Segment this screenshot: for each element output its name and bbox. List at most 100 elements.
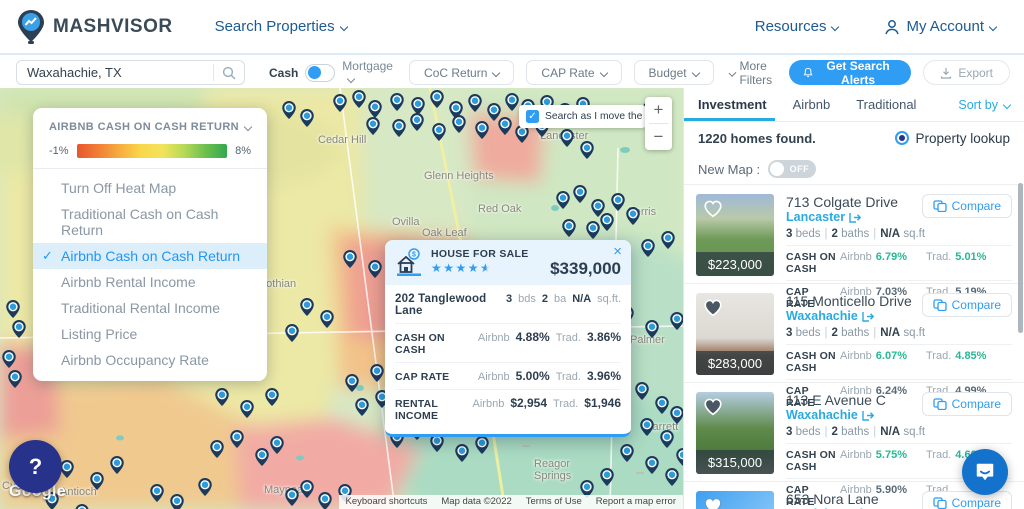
map-pin[interactable] bbox=[2, 350, 16, 368]
favorite-heart-icon[interactable] bbox=[703, 398, 723, 416]
map-pin[interactable] bbox=[586, 221, 600, 239]
terms-of-use-link[interactable]: Terms of Use bbox=[519, 495, 589, 509]
map-pin[interactable] bbox=[352, 90, 366, 108]
map-pin[interactable] bbox=[318, 492, 332, 509]
map-pin[interactable] bbox=[641, 239, 655, 257]
map-pin[interactable] bbox=[655, 396, 669, 414]
map-pin[interactable] bbox=[215, 388, 229, 406]
map-pin[interactable] bbox=[640, 418, 654, 436]
map-pin[interactable] bbox=[661, 231, 675, 249]
map-pin[interactable] bbox=[560, 129, 574, 147]
map-pin[interactable] bbox=[390, 93, 404, 111]
map-pin[interactable] bbox=[240, 400, 254, 418]
nav-resources[interactable]: Resources bbox=[755, 18, 839, 35]
map-pin[interactable] bbox=[432, 123, 446, 141]
map-pin[interactable] bbox=[230, 430, 244, 448]
mashvisor-logo[interactable]: MASHVISOR bbox=[16, 9, 173, 45]
location-search-input[interactable] bbox=[17, 65, 213, 80]
map-pin[interactable] bbox=[676, 448, 683, 466]
radio-selected-icon[interactable] bbox=[895, 131, 909, 145]
map-pin[interactable] bbox=[210, 440, 224, 458]
map-pin[interactable] bbox=[343, 250, 357, 268]
map-pin[interactable] bbox=[300, 298, 314, 316]
heatmap-option-airbnb-rental-income[interactable]: Airbnb Rental Income bbox=[33, 269, 267, 295]
map-pin[interactable] bbox=[410, 113, 424, 131]
favorite-heart-icon[interactable] bbox=[703, 497, 723, 509]
close-icon[interactable]: × bbox=[613, 244, 622, 259]
map-pin[interactable] bbox=[265, 388, 279, 406]
map-pin[interactable] bbox=[620, 444, 634, 462]
map-pin[interactable] bbox=[150, 484, 164, 502]
map-pin[interactable] bbox=[475, 436, 489, 454]
map-pin[interactable] bbox=[333, 94, 347, 112]
property-card[interactable]: $283,000 115 Monticello Drive Waxahachie… bbox=[684, 283, 1024, 382]
map-pin[interactable] bbox=[556, 191, 570, 209]
search-move-map-control[interactable]: ✓ Search as I move the map bbox=[519, 105, 646, 128]
property-photo[interactable] bbox=[696, 491, 774, 509]
heatmap-option-turn-off[interactable]: Turn Off Heat Map bbox=[33, 175, 267, 201]
map-pin[interactable] bbox=[455, 444, 469, 462]
map-pin[interactable] bbox=[60, 460, 74, 478]
budget-filter[interactable]: Budget bbox=[634, 60, 714, 85]
tab-investment[interactable]: Investment bbox=[698, 88, 767, 121]
map-pin[interactable] bbox=[110, 456, 124, 474]
property-card[interactable]: $223,000 713 Colgate Drive Lancaster 3 b… bbox=[684, 184, 1024, 283]
map-pin[interactable] bbox=[300, 109, 314, 127]
map-pin[interactable] bbox=[368, 260, 382, 278]
sort-by-dropdown[interactable]: Sort by bbox=[958, 98, 1010, 112]
favorite-heart-icon[interactable] bbox=[703, 200, 723, 218]
map-pin[interactable] bbox=[665, 468, 679, 486]
map-pin[interactable] bbox=[285, 324, 299, 342]
tab-airbnb[interactable]: Airbnb bbox=[793, 88, 831, 121]
zoom-in-button[interactable]: + bbox=[645, 97, 672, 123]
chat-launcher-button[interactable] bbox=[962, 449, 1008, 495]
map-pin[interactable] bbox=[475, 121, 489, 139]
map-pin[interactable] bbox=[12, 320, 26, 338]
heatmap-option-airbnb-coc[interactable]: ✓Airbnb Cash on Cash Return bbox=[33, 243, 267, 269]
map-pin[interactable] bbox=[170, 494, 184, 509]
keyboard-shortcuts-link[interactable]: Keyboard shortcuts bbox=[339, 495, 435, 509]
map-pin[interactable] bbox=[645, 320, 659, 338]
compare-button[interactable]: Compare bbox=[922, 194, 1012, 218]
map-pin[interactable] bbox=[366, 117, 380, 135]
map-pin[interactable] bbox=[600, 468, 614, 486]
map-canvas[interactable]: Cedar HillLancasterGlenn HeightsRed OakF… bbox=[0, 88, 683, 509]
map-pin[interactable] bbox=[368, 100, 382, 118]
map-pin[interactable] bbox=[670, 312, 683, 330]
property-photo[interactable]: $223,000 bbox=[696, 194, 774, 276]
map-pin[interactable] bbox=[320, 310, 334, 328]
map-pin[interactable] bbox=[345, 374, 359, 392]
map-pin[interactable] bbox=[8, 370, 22, 388]
panel-scrollbar[interactable] bbox=[1018, 183, 1023, 333]
map-pin[interactable] bbox=[282, 101, 296, 119]
more-filters[interactable]: More Filters bbox=[730, 59, 789, 87]
nav-search-properties[interactable]: Search Properties bbox=[215, 18, 347, 35]
map-pin[interactable] bbox=[300, 480, 314, 498]
report-map-error-link[interactable]: Report a map error bbox=[589, 495, 683, 509]
map-pin[interactable] bbox=[611, 193, 625, 211]
get-search-alerts-button[interactable]: Get Search Alerts bbox=[789, 60, 912, 85]
map-pin[interactable] bbox=[505, 93, 519, 111]
map-pin[interactable] bbox=[370, 364, 384, 382]
nav-my-account[interactable]: My Account bbox=[884, 18, 996, 35]
map-pin[interactable] bbox=[580, 141, 594, 159]
map-pin[interactable] bbox=[452, 115, 466, 133]
map-pin[interactable] bbox=[635, 382, 649, 400]
property-photo[interactable]: $315,000 bbox=[696, 392, 774, 474]
map-pin[interactable] bbox=[498, 117, 512, 135]
coc-return-filter[interactable]: CoC Return bbox=[409, 60, 514, 85]
export-button[interactable]: Export bbox=[923, 60, 1010, 85]
map-pin[interactable] bbox=[573, 185, 587, 203]
map-pin[interactable] bbox=[660, 430, 674, 448]
compare-button[interactable]: Compare bbox=[922, 491, 1012, 509]
compare-button[interactable]: Compare bbox=[922, 392, 1012, 416]
map-pin[interactable] bbox=[90, 472, 104, 490]
new-map-toggle[interactable]: OFF bbox=[768, 160, 816, 178]
map-pin[interactable] bbox=[600, 213, 614, 231]
map-pin[interactable] bbox=[285, 488, 299, 506]
heatmap-option-traditional-coc[interactable]: Traditional Cash on Cash Return bbox=[33, 201, 267, 243]
heatmap-option-airbnb-occupancy[interactable]: Airbnb Occupancy Rate bbox=[33, 347, 267, 373]
cash-mortgage-toggle[interactable] bbox=[305, 64, 335, 82]
cap-rate-filter[interactable]: CAP Rate bbox=[526, 60, 621, 85]
zoom-out-button[interactable]: − bbox=[645, 124, 672, 150]
